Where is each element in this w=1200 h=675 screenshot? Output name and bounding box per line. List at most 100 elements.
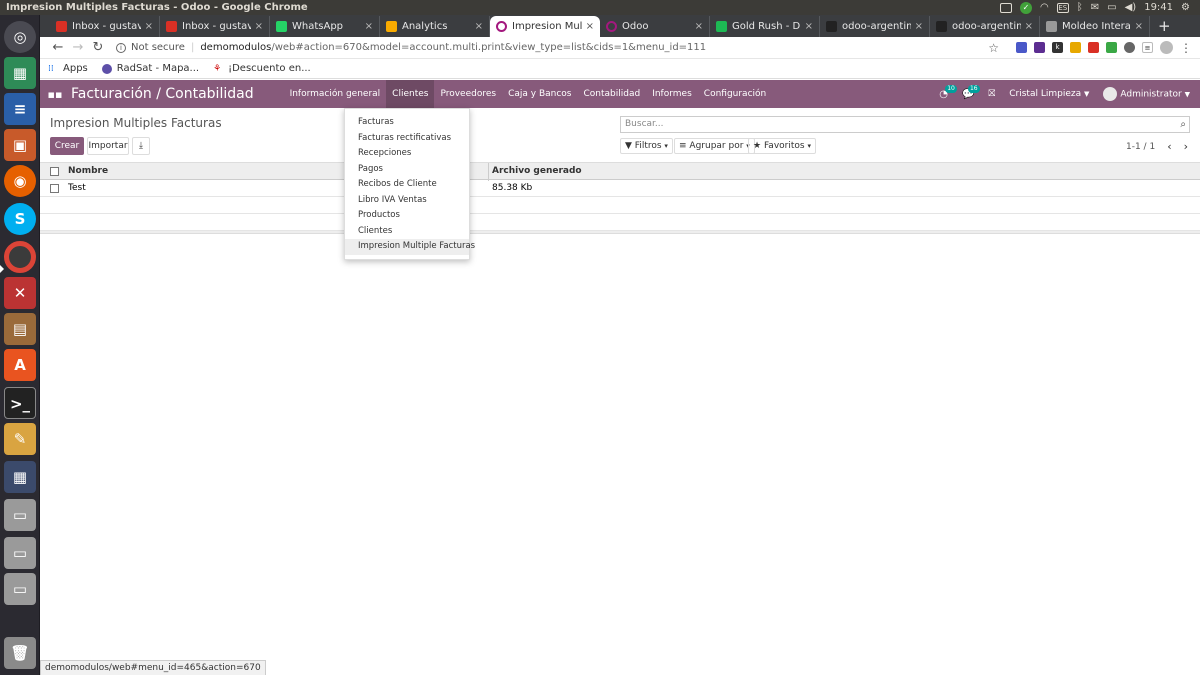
favorites-button[interactable]: ★ Favoritos ▾ (748, 138, 816, 154)
close-icon[interactable]: × (695, 21, 703, 32)
back-icon[interactable]: ← (48, 40, 68, 55)
user-menu[interactable]: Administrator ▼ (1103, 87, 1190, 101)
media-icon[interactable]: ≡ (1142, 42, 1153, 53)
download-icon[interactable]: ⤓ (132, 137, 150, 155)
forward-icon[interactable]: → (68, 40, 88, 55)
security-indicator[interactable]: i Not secure | (116, 42, 200, 53)
dropdown-item[interactable]: Impresion Multiple Facturas (345, 239, 475, 255)
close-icon[interactable]: × (1135, 21, 1143, 32)
dropdown-item[interactable]: Pagos (345, 162, 469, 178)
app-title[interactable]: Facturación / Contabilidad (71, 86, 254, 102)
files-icon[interactable]: ▤ (4, 313, 36, 345)
extension-icon[interactable] (1106, 42, 1117, 53)
pager-value[interactable]: 1-1 / 1 (1126, 142, 1155, 152)
column-header-archivo[interactable]: Archivo generado (492, 166, 582, 176)
presentation-icon[interactable]: ▣ (4, 129, 36, 161)
create-button[interactable]: Crear (50, 137, 84, 155)
dropdown-item[interactable]: Facturas rectificativas (345, 131, 469, 147)
ubuntu-dash-icon[interactable]: ◎ (4, 21, 36, 53)
close-icon[interactable]: × (805, 21, 813, 32)
skype-icon[interactable]: S (4, 203, 36, 235)
dropdown-item[interactable]: Facturas (345, 115, 469, 131)
profile-avatar[interactable] (1160, 41, 1173, 54)
apps-menu-icon[interactable]: ▪▪ (44, 88, 66, 101)
extension-icon[interactable] (1070, 42, 1081, 53)
row-checkbox[interactable] (50, 184, 59, 193)
messaging-button[interactable]: 💬 16 (962, 84, 980, 100)
browser-tab[interactable]: Inbox - gustavo. × (160, 16, 270, 37)
trash-icon[interactable]: 🗑 (4, 637, 36, 669)
company-switcher[interactable]: Cristal Limpieza ▼ (1009, 89, 1089, 99)
check-icon[interactable]: ✓ (1020, 1, 1033, 14)
activity-button[interactable]: ◔ 10 (939, 84, 957, 100)
table-row[interactable]: Test 85.38 Kb (40, 180, 1200, 197)
drive-icon[interactable]: ▭ (4, 537, 36, 569)
power-gear-icon[interactable]: ⚙ (1181, 2, 1190, 13)
filters-button[interactable]: ▼ Filtros ▾ (620, 138, 673, 154)
close-icon[interactable]: × (1025, 21, 1033, 32)
menu-configuracion[interactable]: Configuración (698, 80, 772, 108)
group-by-button[interactable]: ≡ Agrupar por ▾ (674, 138, 755, 154)
browser-tab[interactable]: Gold Rush - D × (710, 16, 820, 37)
extension-icon[interactable] (1034, 42, 1045, 53)
new-tab-button[interactable]: + (1150, 16, 1179, 37)
dropdown-item[interactable]: Productos (345, 208, 469, 224)
close-icon[interactable]: × (915, 21, 923, 32)
firefox-icon[interactable]: ◉ (4, 165, 36, 197)
menu-clientes[interactable]: Clientes (386, 80, 435, 108)
software-center-icon[interactable]: A (4, 349, 36, 381)
search-input[interactable]: Buscar... ⌕ (620, 116, 1190, 133)
menu-proveedores[interactable]: Proveedores (434, 80, 502, 108)
reload-icon[interactable]: ↻ (88, 40, 108, 55)
extension-icon[interactable]: k (1052, 42, 1063, 53)
dropbox-icon[interactable] (1000, 2, 1013, 13)
drive-icon[interactable]: ▭ (4, 573, 36, 605)
menu-informacion-general[interactable]: Información general (284, 80, 387, 108)
menu-contabilidad[interactable]: Contabilidad (578, 80, 647, 108)
browser-tab[interactable]: Odoo × (600, 16, 710, 37)
gift-icon[interactable]: ⛝ (988, 89, 995, 99)
close-icon[interactable]: × (255, 21, 263, 32)
import-button[interactable]: Importar (87, 137, 129, 155)
close-icon[interactable]: × (475, 21, 483, 32)
close-icon[interactable]: × (365, 21, 373, 32)
column-header-nombre[interactable]: Nombre (68, 166, 108, 176)
chrome-menu-icon[interactable]: ⋮ (1180, 41, 1192, 55)
close-icon[interactable]: × (145, 21, 153, 32)
dropdown-item[interactable]: Libro IVA Ventas (345, 193, 469, 209)
url-field[interactable]: demomodulos/web#action=670&model=account… (200, 42, 706, 53)
extension-icon[interactable] (1016, 42, 1027, 53)
dropdown-item[interactable]: Recibos de Cliente (345, 177, 469, 193)
browser-tab[interactable]: WhatsApp × (270, 16, 380, 37)
browser-tab[interactable]: Impresion Multi × (490, 16, 600, 37)
pager-next-icon[interactable]: › (1184, 140, 1188, 153)
menu-informes[interactable]: Informes (646, 80, 698, 108)
close-icon[interactable]: × (586, 21, 594, 32)
browser-tab[interactable]: Moldeo Interact × (1040, 16, 1150, 37)
clock[interactable]: 19:41 (1144, 2, 1173, 13)
drive-icon[interactable]: ▭ (4, 499, 36, 531)
bookmark-apps[interactable]: ⁞⁞ Apps (48, 63, 88, 74)
battery-icon[interactable]: ▭ (1107, 2, 1116, 13)
browser-tab[interactable]: odoo-argentina × (820, 16, 930, 37)
dropdown-item[interactable]: Clientes (345, 224, 469, 240)
mail-icon[interactable]: ✉ (1091, 2, 1099, 13)
bookmark-descuento[interactable]: ⚘ ¡Descuento en... (213, 63, 311, 74)
search-icon[interactable]: ⌕ (1180, 117, 1186, 132)
browser-tab[interactable]: Inbox - gustavo. × (50, 16, 160, 37)
volume-icon[interactable]: ◀) (1125, 2, 1137, 13)
extension-icon[interactable] (1124, 42, 1135, 53)
browser-tab[interactable]: odoo-argentina × (930, 16, 1040, 37)
keyboard-layout-indicator[interactable]: ES (1056, 2, 1069, 13)
extension-icon[interactable] (1088, 42, 1099, 53)
writer-icon[interactable]: ≡ (4, 93, 36, 125)
workspace-switcher-icon[interactable]: ▦ (4, 461, 36, 493)
terminal-icon[interactable]: >_ (4, 387, 36, 419)
browser-tab[interactable]: Analytics × (380, 16, 490, 37)
bookmark-star-icon[interactable]: ☆ (988, 41, 999, 55)
dropdown-item[interactable]: Recepciones (345, 146, 469, 162)
pager-previous-icon[interactable]: ‹ (1167, 140, 1171, 153)
settings-tools-icon[interactable]: ✕ (4, 277, 36, 309)
select-all-checkbox[interactable] (50, 167, 59, 176)
text-editor-icon[interactable]: ✎ (4, 423, 36, 455)
